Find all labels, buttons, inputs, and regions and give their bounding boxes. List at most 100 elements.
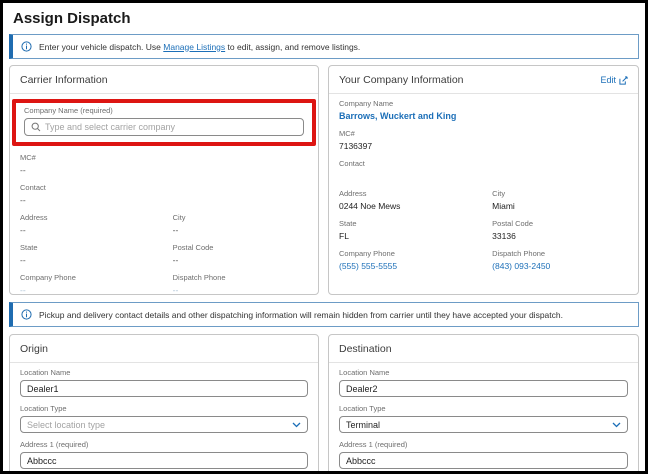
carrier-contact-field: Contact -- [20,183,308,205]
company-contact-value [339,171,628,181]
carrier-city-field: City -- [173,213,308,235]
carrier-card-body: Company Name (required) MC# -- Contact [10,94,318,295]
carrier-company-phone-field: Company Phone -- [20,273,173,295]
origin-location-type-label: Location Type [20,404,308,413]
company-card-header: Your Company Information Edit [329,66,638,94]
destination-address1-input[interactable] [339,452,628,469]
company-dispatch-phone-field: Dispatch Phone (843) 093-2450 [492,249,628,271]
company-contact-label: Contact [339,159,628,168]
carrier-contact-value: -- [20,195,308,205]
origin-address1-field: Address 1 (required) [20,440,308,469]
company-phone-link[interactable]: (555) 555-5555 [339,261,492,271]
annotation-highlight-company-name: Company Name (required) [12,99,316,146]
origin-card: Origin Location Name Location Type Selec… [9,334,319,474]
destination-card-title: Destination [339,343,392,355]
banner-top-text-before: Enter your vehicle dispatch. Use [39,42,163,52]
company-phone-field: Company Phone (555) 555-5555 [339,249,492,271]
search-icon [31,122,41,132]
destination-location-name-input[interactable] [339,380,628,397]
origin-address1-label: Address 1 (required) [20,440,308,449]
manage-listings-link[interactable]: Manage Listings [163,42,225,52]
origin-location-name-input[interactable] [20,380,308,397]
carrier-dispatch-phone-value: -- [173,285,308,295]
carrier-state-field: State -- [20,243,173,265]
page-title: Assign Dispatch [13,10,639,27]
carrier-city-label: City [173,213,308,222]
company-card-body: Company Name Barrows, Wuckert and King M… [329,94,638,287]
destination-location-name-label: Location Name [339,368,628,377]
origin-location-name-field: Location Name [20,368,308,397]
info-banner-middle: Pickup and delivery contact details and … [9,302,639,327]
origin-card-title: Origin [20,343,48,355]
location-cards-row: Origin Location Name Location Type Selec… [9,334,639,474]
assign-dispatch-page: Assign Dispatch Enter your vehicle dispa… [0,0,648,474]
origin-card-body: Location Name Location Type Select locat… [10,363,318,474]
edit-company-label: Edit [600,75,616,85]
carrier-mc-label: MC# [20,153,308,162]
company-dispatch-phone-label: Dispatch Phone [492,249,628,258]
company-state-field: State FL [339,219,492,241]
banner-middle-text: Pickup and delivery contact details and … [39,310,563,320]
company-phone-label: Company Phone [339,249,492,258]
carrier-address-grid: Address -- City -- State -- Postal Code … [20,213,308,295]
chevron-down-icon [292,422,301,428]
carrier-mc-value: -- [20,165,308,175]
destination-card-body: Location Name Location Type Terminal Add… [329,363,638,474]
carrier-address-field: Address -- [20,213,173,235]
carrier-state-label: State [20,243,173,252]
company-postal-value: 33136 [492,231,628,241]
carrier-postal-label: Postal Code [173,243,308,252]
carrier-dispatch-phone-field: Dispatch Phone -- [173,273,308,295]
carrier-card-title: Carrier Information [20,74,108,86]
destination-card-header: Destination [329,335,638,363]
edit-company-link[interactable]: Edit [600,75,628,85]
company-postal-field: Postal Code 33136 [492,219,628,241]
origin-location-type-value: Select location type [27,420,105,430]
banner-top-text: Enter your vehicle dispatch. Use Manage … [39,42,360,52]
info-cards-row: Carrier Information Company Name (requir… [9,65,639,295]
company-mc-label: MC# [339,129,628,138]
company-postal-label: Postal Code [492,219,628,228]
carrier-state-value: -- [20,255,173,265]
info-icon [21,41,32,52]
destination-location-type-value: Terminal [346,420,380,430]
carrier-information-card: Carrier Information Company Name (requir… [9,65,319,295]
destination-location-type-field: Location Type Terminal [339,404,628,433]
company-city-field: City Miami [492,189,628,211]
company-mc-value: 7136397 [339,141,628,151]
origin-location-name-label: Location Name [20,368,308,377]
carrier-mc-field: MC# -- [20,153,308,175]
origin-address1-input[interactable] [20,452,308,469]
company-dispatch-phone-link[interactable]: (843) 093-2450 [492,261,628,271]
carrier-company-phone-label: Company Phone [20,273,173,282]
banner-top-text-after: to edit, assign, and remove listings. [225,42,360,52]
company-name-value[interactable]: Barrows, Wuckert and King [339,111,628,121]
company-address-value: 0244 Noe Mews [339,201,492,211]
company-mc-field: MC# 7136397 [339,129,628,151]
company-city-label: City [492,189,628,198]
carrier-contact-label: Contact [20,183,308,192]
company-city-value: Miami [492,201,628,211]
company-state-value: FL [339,231,492,241]
carrier-address-value: -- [20,225,173,235]
origin-card-header: Origin [10,335,318,363]
destination-card: Destination Location Name Location Type … [328,334,639,474]
destination-location-name-field: Location Name [339,368,628,397]
carrier-company-search-input[interactable] [45,122,297,132]
company-contact-field: Contact [339,159,628,181]
origin-location-type-field: Location Type Select location type [20,404,308,433]
company-name-label: Company Name [339,99,628,108]
destination-location-type-label: Location Type [339,404,628,413]
origin-location-type-select[interactable]: Select location type [20,416,308,433]
your-company-information-card: Your Company Information Edit Company Na… [328,65,639,295]
company-address-field: Address 0244 Noe Mews [339,189,492,211]
company-state-label: State [339,219,492,228]
carrier-postal-field: Postal Code -- [173,243,308,265]
carrier-company-search-box[interactable] [24,118,304,136]
destination-location-type-select[interactable]: Terminal [339,416,628,433]
carrier-city-value: -- [173,225,308,235]
carrier-company-phone-value: -- [20,285,173,295]
info-banner-top: Enter your vehicle dispatch. Use Manage … [9,34,639,59]
company-address-grid: Address 0244 Noe Mews City Miami State F… [339,189,628,279]
info-icon [21,309,32,320]
